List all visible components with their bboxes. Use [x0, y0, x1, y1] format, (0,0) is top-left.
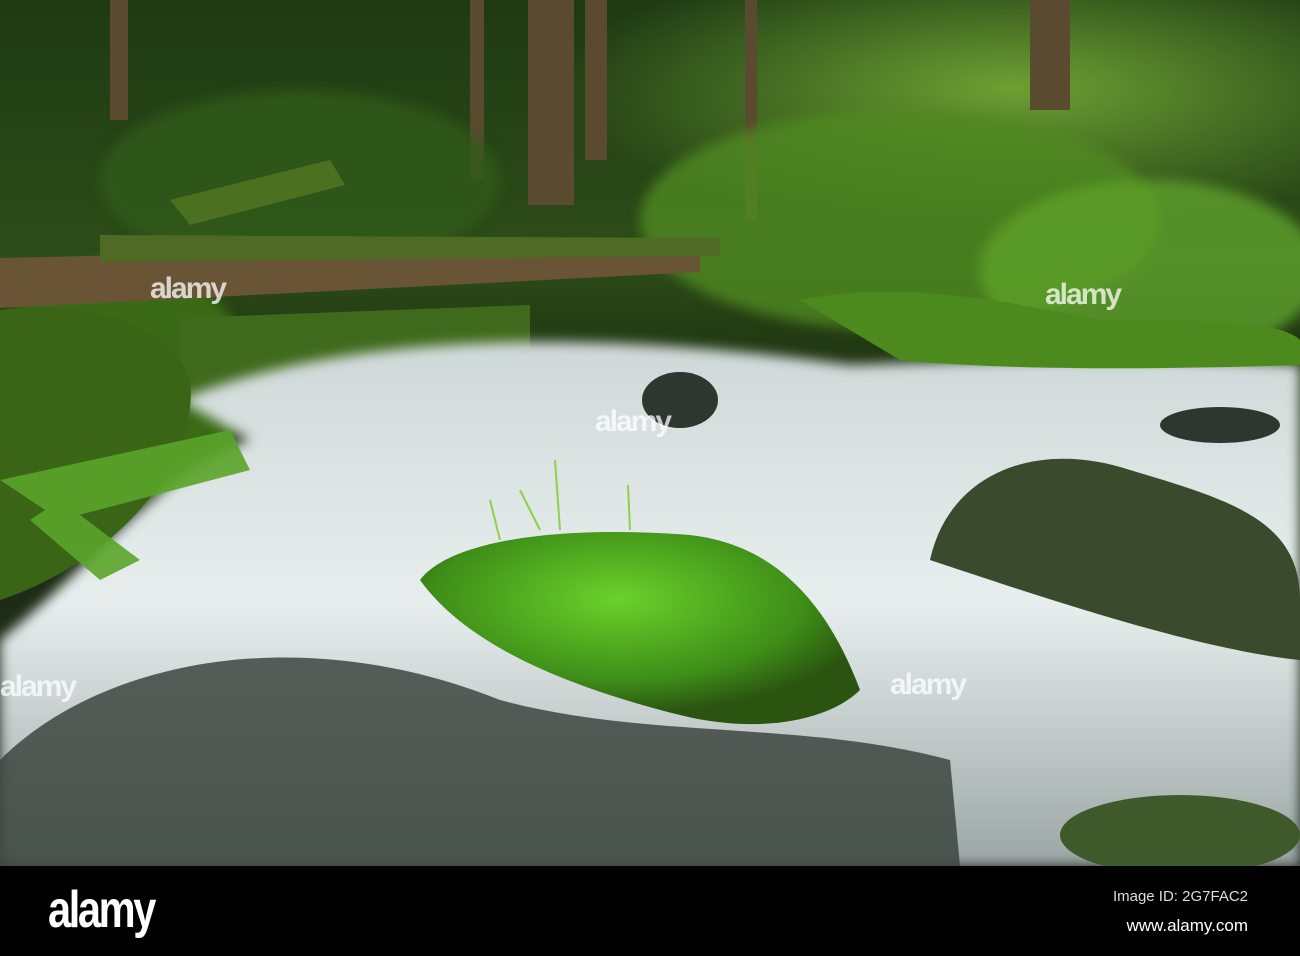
watermark-text: alamy — [1045, 278, 1122, 311]
alamy-logo: alamy — [48, 881, 156, 939]
image-id: Image ID: 2G7FAC2 — [1112, 888, 1248, 905]
watermark-text: alamy — [890, 668, 967, 701]
watermark-text: alamy — [150, 272, 227, 305]
watermark-text: alamy — [0, 670, 77, 703]
footer-bar: alamy Image ID: 2G7FAC2 www.alamy.com — [0, 866, 1300, 956]
watermark-text: alamy — [595, 405, 672, 438]
website-link: www.alamy.com — [1126, 916, 1248, 935]
